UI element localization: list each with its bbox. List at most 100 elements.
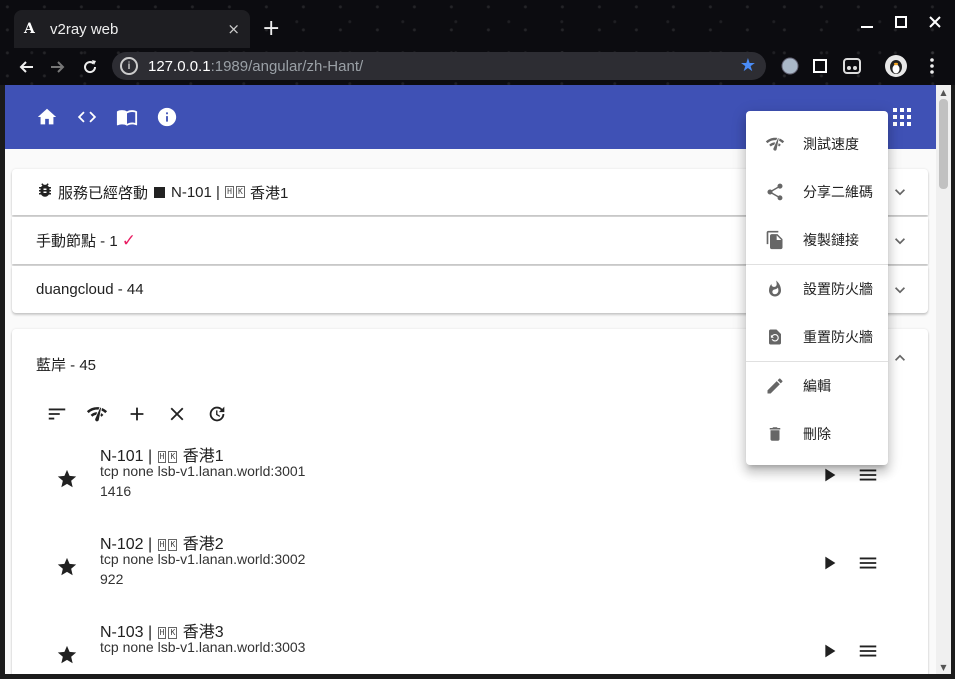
home-icon[interactable] [27,97,67,137]
check-icon: ✓ [121,230,136,250]
edit-icon [764,375,786,397]
restore-page-icon [764,326,786,348]
network-check-icon[interactable] [84,401,110,427]
bug-icon [36,181,54,203]
chevron-down-icon[interactable] [890,182,910,202]
profile-avatar[interactable] [884,54,908,78]
menu-item-test-speed[interactable]: 測試速度 [746,120,888,168]
menu-item-label: 複製鏈接 [803,233,859,249]
bookmark-star-icon[interactable]: ★ [740,55,756,76]
book-icon[interactable] [107,97,147,137]
menu-item-copy-link[interactable]: 複製鏈接 [746,216,888,264]
browser-tab[interactable]: A v2ray web × [14,10,250,48]
tab-favicon-icon: A [24,21,35,37]
play-icon[interactable] [818,464,840,491]
share-icon [764,181,786,203]
node-item[interactable]: N-103 | HK 香港3 tcp none lsb-v1.lanan.wor… [12,618,928,674]
menu-item-reset-firewall[interactable]: 重置防火牆 [746,313,888,361]
apps-grid-icon[interactable] [886,101,918,133]
menu-item-delete[interactable]: 刪除 [746,410,888,458]
url-path: :1989/angular/zh-Hant/ [210,57,364,75]
play-icon[interactable] [818,552,840,579]
flag-letter-k: K [168,451,178,463]
group-actions [44,401,230,427]
page-scrollbar[interactable]: ▲ ▼ [936,85,951,674]
menu-item-share-qr[interactable]: 分享二維碼 [746,168,888,216]
menu-icon[interactable] [856,552,880,579]
fire-icon [764,278,786,300]
browser-menu-icon[interactable] [920,54,944,78]
lanan-panel-title[interactable]: 藍岸 - 45 [36,354,96,375]
url-text: 127.0.0.1:1989/angular/zh-Hant/ [148,58,363,75]
network-check-icon [764,133,786,155]
menu-item-label: 設置防火牆 [803,282,873,298]
window-border-bottom [0,674,955,679]
scrollbar-thumb[interactable] [939,99,948,189]
site-info-icon[interactable]: i [120,57,138,75]
star-icon[interactable] [56,644,78,671]
extension-square-icon[interactable] [808,54,832,78]
code-icon[interactable] [67,97,107,137]
sort-icon[interactable] [44,401,70,427]
node-detail: tcp none lsb-v1.lanan.world:3002 [100,551,306,567]
status-node-city: 香港1 [249,184,289,202]
copy-icon [764,229,786,251]
extension-globe-icon[interactable] [778,54,802,78]
duangcloud-label: duangcloud - 44 [36,281,144,298]
flag-letter-k: K [235,186,245,198]
extension-glasses-icon[interactable] [840,54,864,78]
add-icon[interactable] [124,401,150,427]
flag-letter-h: H [225,186,234,198]
node-context-menu: 測試速度 分享二維碼 複製鏈接 設置防火牆 重置防火牆 編輯 刪除 [746,111,888,465]
flag-letter-h: H [157,451,167,463]
back-icon[interactable] [10,51,42,83]
tab-title: v2ray web [50,20,119,38]
menu-item-label: 編輯 [803,379,831,395]
reload-icon[interactable] [74,51,106,83]
menu-item-label: 分享二維碼 [803,185,873,201]
browser-chrome: A v2ray web × + i 127.0.0.1:1989/angular… [0,0,955,85]
window-border-right [951,85,955,679]
node-item[interactable]: N-102 | HK 香港2 tcp none lsb-v1.lanan.wor… [12,530,928,616]
minimize-icon[interactable] [855,10,879,34]
node-ping: 922 [100,571,124,587]
refresh-clock-icon[interactable] [204,401,230,427]
flag-letter-k: K [168,627,178,639]
scroll-up-arrow-icon[interactable]: ▲ [936,85,951,99]
info-icon[interactable] [147,97,187,137]
flag-letter-h: H [157,539,167,551]
star-icon[interactable] [56,468,78,495]
star-icon[interactable] [56,556,78,583]
address-bar[interactable]: i 127.0.0.1:1989/angular/zh-Hant/ ★ [112,52,766,80]
scroll-down-arrow-icon[interactable]: ▼ [936,660,951,674]
menu-item-label: 測試速度 [803,137,859,153]
window-controls [855,10,947,34]
manual-nodes-label: 手動節點 - 1 [36,233,118,250]
new-tab-button[interactable]: + [262,14,280,44]
close-window-icon[interactable] [923,10,947,34]
menu-item-label: 刪除 [803,427,831,443]
status-text: 服務已經啓動 [58,184,149,202]
url-host: 127.0.0.1 [148,57,211,75]
node-ping: 1416 [100,483,132,499]
chevron-down-icon[interactable] [890,280,910,300]
forward-icon[interactable] [42,51,74,83]
chevron-up-icon[interactable] [890,348,910,368]
menu-icon[interactable] [856,640,880,667]
menu-item-set-firewall[interactable]: 設置防火牆 [746,265,888,313]
menu-item-label: 重置防火牆 [803,330,873,346]
tab-close-icon[interactable]: × [227,20,240,38]
status-node-name: N-101 | [171,183,220,201]
window-border-left [0,85,5,679]
flag-letter-k: K [168,539,178,551]
menu-item-edit[interactable]: 編輯 [746,362,888,410]
menu-icon[interactable] [856,464,880,491]
close-icon[interactable] [164,401,190,427]
play-icon[interactable] [818,640,840,667]
chevron-down-icon[interactable] [890,231,910,251]
flag-letter-h: H [157,627,167,639]
node-detail: tcp none lsb-v1.lanan.world:3003 [100,639,306,655]
stop-square-icon [154,186,166,198]
maximize-icon[interactable] [889,10,913,34]
browser-toolbar: i 127.0.0.1:1989/angular/zh-Hant/ ★ [0,48,955,85]
